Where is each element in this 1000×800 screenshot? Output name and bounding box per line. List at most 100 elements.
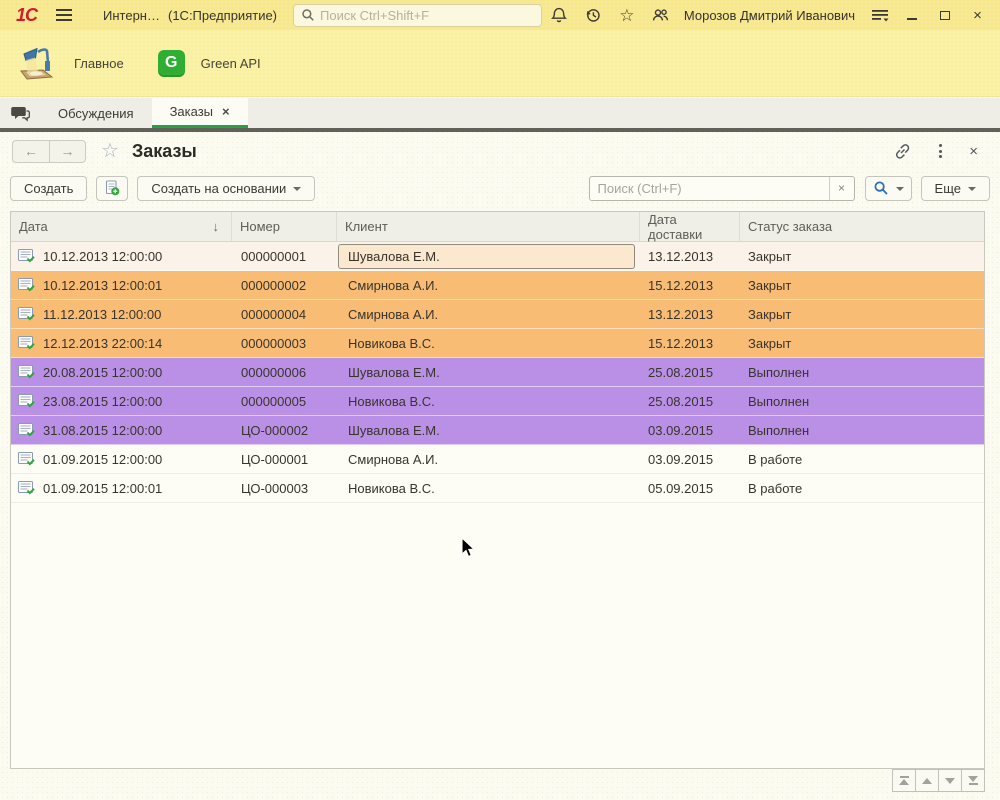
column-header-date[interactable]: Дата ↓ bbox=[11, 212, 232, 241]
column-header-order-status[interactable]: Статус заказа bbox=[740, 212, 984, 241]
cell-number[interactable]: 000000005 bbox=[232, 394, 337, 409]
app-title-suffix: (1С:Предприятие) bbox=[168, 8, 277, 23]
notifications-bell-icon[interactable] bbox=[542, 1, 576, 29]
cell-client[interactable]: Шувалова Е.М. bbox=[338, 418, 635, 443]
cell-order-status[interactable]: Закрыт bbox=[740, 278, 984, 293]
cell-client[interactable]: Шувалова Е.М. bbox=[338, 360, 635, 385]
column-header-delivery-date[interactable]: Дата доставки bbox=[640, 212, 740, 241]
table-row[interactable]: 20.08.2015 12:00:00 000000006 Шувалова Е… bbox=[11, 358, 984, 387]
global-search-box[interactable] bbox=[293, 4, 542, 27]
tab-close-icon[interactable]: × bbox=[222, 104, 230, 119]
cell-date: 12.12.2013 22:00:14 bbox=[43, 336, 162, 351]
users-icon[interactable] bbox=[644, 1, 678, 29]
cell-delivery-date[interactable]: 15.12.2013 bbox=[640, 336, 740, 351]
cell-order-status[interactable]: Выполнен bbox=[740, 394, 984, 409]
next-page-button[interactable] bbox=[938, 769, 962, 792]
1c-logo-icon[interactable]: 1С bbox=[6, 5, 47, 26]
global-search-input[interactable] bbox=[320, 8, 534, 23]
triangle-up-icon bbox=[922, 778, 932, 784]
table-row[interactable]: 12.12.2013 22:00:14 000000003 Новикова В… bbox=[11, 329, 984, 358]
table-row[interactable]: 01.09.2015 12:00:01 ЦО-000003 Новикова В… bbox=[11, 474, 984, 503]
table-row[interactable]: 10.12.2013 12:00:01 000000002 Смирнова А… bbox=[11, 271, 984, 300]
go-to-last-button[interactable] bbox=[961, 769, 985, 792]
create-button[interactable]: Создать bbox=[10, 176, 87, 201]
table-row[interactable]: 11.12.2013 12:00:00 000000004 Смирнова А… bbox=[11, 300, 984, 329]
service-settings-menu-icon[interactable] bbox=[865, 1, 895, 29]
clear-search-icon[interactable]: × bbox=[829, 177, 854, 200]
table-row[interactable]: 01.09.2015 12:00:00 ЦО-000001 Смирнова А… bbox=[11, 445, 984, 474]
table-row[interactable]: 31.08.2015 12:00:00 ЦО-000002 Шувалова Е… bbox=[11, 416, 984, 445]
tab-orders[interactable]: Заказы × bbox=[152, 98, 248, 128]
sort-descending-icon[interactable]: ↓ bbox=[213, 219, 220, 234]
cell-number[interactable]: 000000004 bbox=[232, 307, 337, 322]
current-user-name: Морозов Дмитрий Иванович bbox=[684, 8, 855, 23]
cell-client[interactable]: Новикова В.С. bbox=[338, 476, 635, 501]
nav-back-button[interactable]: ← bbox=[13, 141, 49, 162]
cell-number[interactable]: ЦО-000001 bbox=[232, 452, 337, 467]
app-title: Интерн… bbox=[103, 8, 160, 23]
cell-order-status[interactable]: Закрыт bbox=[740, 307, 984, 322]
cell-delivery-date[interactable]: 25.08.2015 bbox=[640, 394, 740, 409]
cell-client[interactable]: Новикова В.С. bbox=[338, 389, 635, 414]
cell-order-status[interactable]: Выполнен bbox=[740, 423, 984, 438]
cell-date: 20.08.2015 12:00:00 bbox=[43, 365, 162, 380]
cell-delivery-date[interactable]: 15.12.2013 bbox=[640, 278, 740, 293]
cell-order-status[interactable]: Закрыт bbox=[740, 336, 984, 351]
green-api-icon: G bbox=[158, 50, 185, 77]
cell-number[interactable]: 000000002 bbox=[232, 278, 337, 293]
cell-number[interactable]: ЦО-000003 bbox=[232, 481, 337, 496]
nav-forward-button[interactable]: → bbox=[49, 141, 85, 162]
cell-order-status[interactable]: В работе bbox=[740, 481, 984, 496]
window-minimize-button[interactable] bbox=[895, 1, 928, 29]
cell-order-status[interactable]: В работе bbox=[740, 452, 984, 467]
cell-delivery-date[interactable]: 03.09.2015 bbox=[640, 423, 740, 438]
main-menu-hamburger-icon[interactable] bbox=[47, 9, 81, 21]
previous-page-button[interactable] bbox=[915, 769, 939, 792]
cell-delivery-date[interactable]: 13.12.2013 bbox=[640, 307, 740, 322]
cell-client[interactable]: Смирнова А.И. bbox=[338, 273, 635, 298]
table-row[interactable]: 10.12.2013 12:00:00 000000001 Шувалова Е… bbox=[11, 242, 984, 271]
get-link-icon[interactable] bbox=[893, 142, 912, 161]
cell-client[interactable]: Смирнова А.И. bbox=[338, 447, 635, 472]
document-posted-icon bbox=[18, 278, 35, 292]
go-to-first-button[interactable] bbox=[892, 769, 916, 792]
window-maximize-button[interactable] bbox=[928, 1, 961, 29]
create-based-on-button[interactable]: Создать на основании bbox=[137, 176, 315, 201]
tab-discussions[interactable]: Обсуждения bbox=[40, 98, 152, 128]
column-header-client[interactable]: Клиент bbox=[337, 212, 640, 241]
section-green-api[interactable]: G Green API bbox=[158, 50, 261, 77]
cell-client[interactable]: Шувалова Е.М. bbox=[338, 244, 635, 269]
create-by-copying-button[interactable] bbox=[96, 176, 128, 201]
cell-number[interactable]: 000000001 bbox=[232, 249, 337, 264]
table-row[interactable]: 23.08.2015 12:00:00 000000005 Новикова В… bbox=[11, 387, 984, 416]
list-toolbar: Создать Создать на основании × Еще bbox=[0, 173, 1000, 203]
cell-order-status[interactable]: Выполнен bbox=[740, 365, 984, 380]
window-close-button[interactable]: × bbox=[961, 1, 994, 29]
cell-client[interactable]: Смирнова А.И. bbox=[338, 302, 635, 327]
cell-delivery-date[interactable]: 25.08.2015 bbox=[640, 365, 740, 380]
document-posted-icon bbox=[18, 336, 35, 350]
favorites-star-icon[interactable]: ☆ bbox=[610, 1, 644, 29]
cell-number[interactable]: ЦО-000002 bbox=[232, 423, 337, 438]
more-actions-kebab-icon[interactable] bbox=[939, 144, 942, 158]
search-options-button[interactable] bbox=[865, 176, 912, 201]
history-icon[interactable] bbox=[576, 1, 610, 29]
cell-client[interactable]: Новикова В.С. bbox=[338, 331, 635, 356]
document-posted-icon bbox=[18, 423, 35, 437]
more-button[interactable]: Еще bbox=[921, 176, 990, 201]
cell-order-status[interactable]: Закрыт bbox=[740, 249, 984, 264]
section-main[interactable]: Главное bbox=[14, 41, 124, 85]
cell-delivery-date[interactable]: 13.12.2013 bbox=[640, 249, 740, 264]
discussions-bubbles-icon[interactable] bbox=[0, 98, 40, 128]
favorite-star-icon[interactable]: ☆ bbox=[101, 141, 119, 161]
cell-delivery-date[interactable]: 03.09.2015 bbox=[640, 452, 740, 467]
column-header-number[interactable]: Номер bbox=[232, 212, 337, 241]
cell-number[interactable]: 000000003 bbox=[232, 336, 337, 351]
tab-discussions-label: Обсуждения bbox=[58, 106, 134, 121]
list-search-box[interactable]: × bbox=[589, 176, 855, 201]
list-search-input[interactable] bbox=[590, 177, 829, 200]
form-close-icon[interactable]: × bbox=[969, 143, 978, 160]
cell-delivery-date[interactable]: 05.09.2015 bbox=[640, 481, 740, 496]
cell-number[interactable]: 000000006 bbox=[232, 365, 337, 380]
document-posted-icon bbox=[18, 452, 35, 466]
